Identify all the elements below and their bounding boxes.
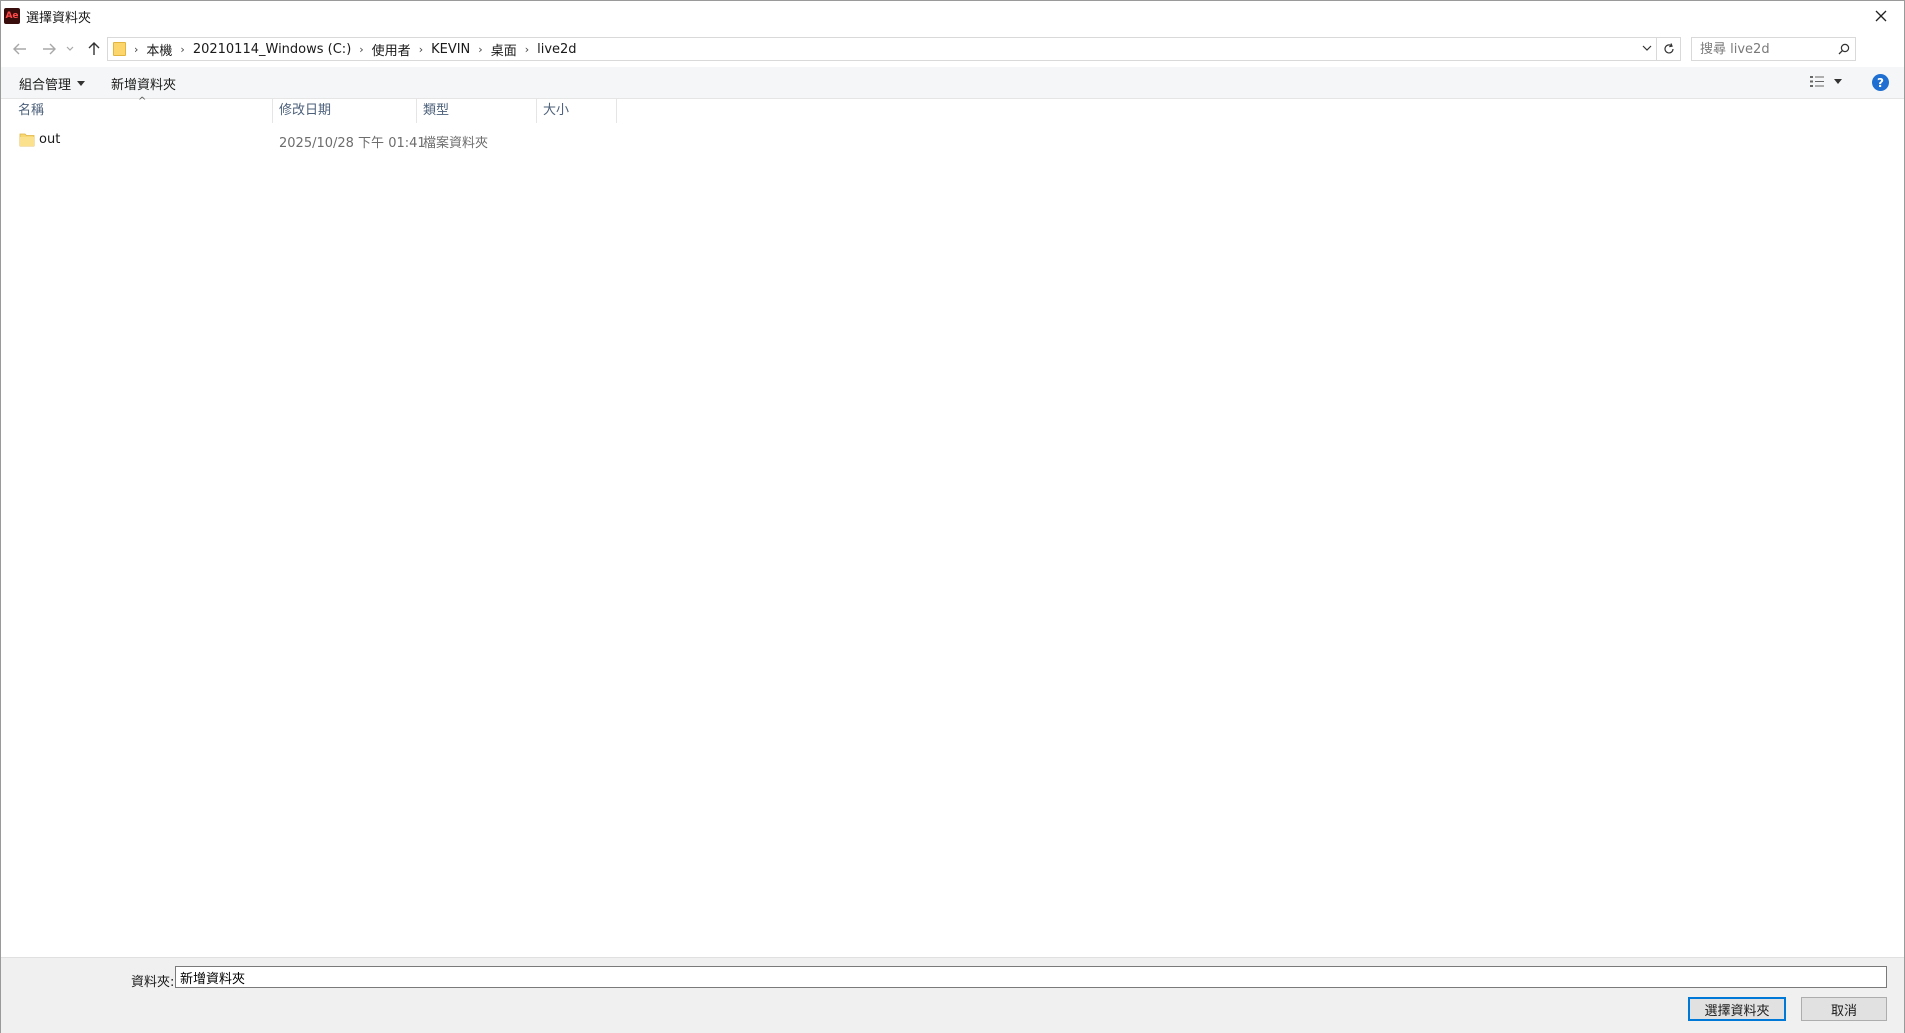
breadcrumb-drive[interactable]: 20210114_Windows (C:) [193, 42, 351, 57]
title-bar: Ae 選擇資料夾 [1, 1, 1904, 31]
chevron-down-icon [66, 46, 74, 51]
column-header-type[interactable]: 類型 [416, 99, 536, 123]
address-bar[interactable]: › 本機 › 20210114_Windows (C:) › 使用者 › KEV… [107, 37, 1657, 61]
chevron-right-icon: › [134, 42, 139, 56]
organize-label: 組合管理 [19, 78, 72, 93]
chevron-right-icon[interactable]: › [359, 43, 363, 56]
column-header-size[interactable]: 大小 [536, 99, 616, 123]
close-button[interactable] [1858, 1, 1904, 31]
command-bar: 組合管理 新增資料夾 ? [1, 67, 1904, 99]
navigation-row: › 本機 › 20210114_Windows (C:) › 使用者 › KEV… [1, 37, 1904, 61]
forward-arrow-icon [43, 43, 56, 55]
app-icon: Ae [4, 8, 20, 24]
details-view-icon [1810, 76, 1824, 87]
close-icon [1875, 10, 1887, 22]
breadcrumb-this-pc[interactable]: 本機 [146, 40, 172, 59]
search-input[interactable] [1692, 38, 1832, 60]
up-arrow-icon [88, 42, 100, 55]
breadcrumb-users[interactable]: 使用者 [372, 40, 411, 59]
new-folder-label: 新增資料夾 [111, 78, 177, 93]
chevron-right-icon[interactable]: › [525, 43, 529, 56]
back-arrow-icon [13, 43, 26, 55]
organize-button[interactable]: 組合管理 [19, 74, 86, 93]
new-folder-button[interactable]: 新增資料夾 [111, 74, 176, 93]
chevron-right-icon[interactable]: › [419, 43, 423, 56]
refresh-icon [1663, 43, 1674, 54]
search-box[interactable] [1691, 37, 1856, 61]
file-modified: 2025/10/28 下午 01:41 [279, 136, 426, 151]
column-header-name[interactable]: 名稱 [11, 99, 273, 123]
breadcrumb-current[interactable]: live2d [537, 42, 576, 57]
caret-down-icon [77, 81, 86, 86]
back-button[interactable] [9, 39, 31, 59]
change-view-button[interactable] [1809, 75, 1842, 88]
column-divider[interactable] [616, 99, 617, 123]
breadcrumb-user[interactable]: KEVIN [431, 42, 470, 57]
chevron-right-icon[interactable]: › [180, 43, 184, 56]
file-name: out [39, 132, 61, 147]
chevron-down-icon[interactable] [1642, 43, 1652, 53]
column-headers: ^ 名稱 修改日期 類型 大小 [1, 96, 1904, 123]
breadcrumb-desktop[interactable]: 桌面 [491, 40, 517, 59]
column-header-modified[interactable]: 修改日期 [272, 99, 416, 123]
folder-name-input[interactable] [175, 966, 1887, 988]
help-icon: ? [1877, 75, 1884, 90]
select-folder-button[interactable]: 選擇資料夾 [1688, 997, 1786, 1021]
folder-icon [19, 133, 35, 147]
help-button[interactable]: ? [1872, 74, 1889, 91]
folder-picker-dialog: Ae 選擇資料夾 › 本機 › 20210114_Windows (C:) › [0, 0, 1905, 1033]
cancel-button[interactable]: 取消 [1801, 997, 1887, 1021]
forward-button[interactable] [38, 39, 60, 59]
footer-panel: 資料夾: 選擇資料夾 取消 [1, 957, 1904, 1033]
refresh-button[interactable] [1657, 37, 1681, 61]
chevron-right-icon[interactable]: › [478, 43, 482, 56]
folder-field-label: 資料夾: [131, 975, 175, 990]
search-icon[interactable] [1838, 43, 1850, 55]
file-type: 檔案資料夾 [423, 136, 489, 151]
up-button[interactable] [83, 39, 105, 59]
file-row-out[interactable]: out 2025/10/28 下午 01:41 檔案資料夾 [1, 129, 621, 151]
window-title: 選擇資料夾 [26, 10, 92, 26]
recent-locations-button[interactable] [63, 39, 77, 59]
caret-down-icon [1834, 79, 1842, 84]
folder-icon [113, 42, 126, 56]
